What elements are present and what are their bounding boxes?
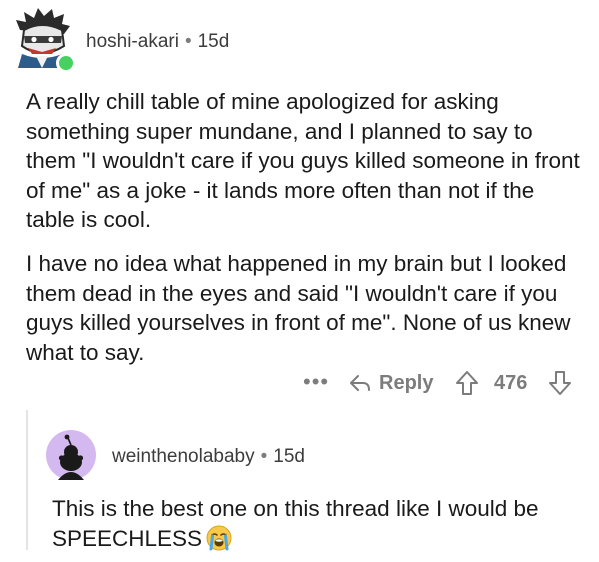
vote-count: 476	[494, 372, 528, 394]
meta-separator: •	[184, 31, 192, 52]
comment-actions: ••• Reply 476	[0, 368, 599, 398]
downvote-arrow-icon[interactable]	[548, 370, 572, 396]
reply-label: Reply	[379, 371, 434, 394]
comment-paragraph: I have no idea what happened in my brain…	[26, 251, 571, 365]
reply-button[interactable]: Reply	[349, 369, 433, 397]
reply-body: This is the best one on this thread like…	[52, 496, 539, 551]
loudly-crying-face-emoji-icon	[206, 525, 232, 550]
reply-user-avatar[interactable]	[46, 430, 96, 480]
online-status-indicator	[56, 53, 76, 73]
reply-text: This is the best one on this thread like…	[52, 494, 582, 553]
reply-age: 15d	[273, 446, 305, 467]
thread-line[interactable]	[26, 410, 28, 550]
comment-age: 15d	[197, 31, 230, 52]
reply-username[interactable]: weinthenolababy	[112, 446, 255, 467]
meta-separator: •	[260, 446, 268, 467]
more-options-button[interactable]: •••	[303, 368, 329, 396]
reply-meta: weinthenolababy • 15d	[112, 445, 305, 469]
username[interactable]: hoshi-akari	[86, 31, 179, 52]
comment-meta: hoshi-akari • 15d	[86, 30, 229, 54]
upvote-arrow-icon[interactable]	[455, 370, 479, 396]
reply-arrow-icon	[350, 375, 370, 391]
comment-paragraph: A really chill table of mine apologized …	[26, 89, 580, 232]
